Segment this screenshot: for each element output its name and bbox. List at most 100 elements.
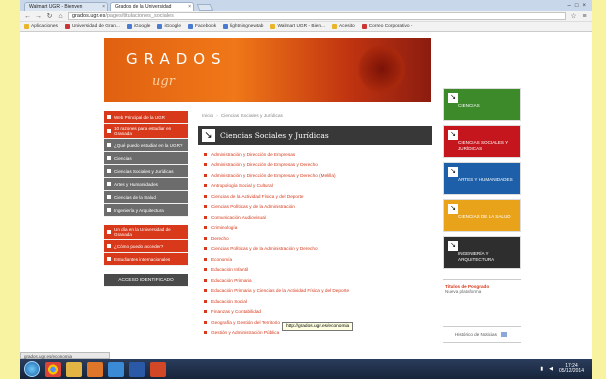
bookmark-aplicaciones[interactable]: Aplicaciones <box>24 24 58 29</box>
bullet-icon <box>204 184 207 188</box>
volume-icon[interactable]: ◀ <box>549 366 553 372</box>
internet-explorer-icon[interactable] <box>108 361 124 377</box>
arrow-icon: ↘ <box>448 130 458 140</box>
posgrado-link[interactable]: Títulos de Posgrado Nueva plataforma <box>443 279 521 298</box>
degree-link[interactable]: Comunicación Audiovisual <box>211 215 266 220</box>
degree-link[interactable]: Gestión y Administración Pública <box>211 330 279 335</box>
list-item[interactable]: Derecho <box>204 233 432 244</box>
nav-ingenieria[interactable]: Ingeniería y Arquitectura <box>104 204 188 217</box>
tab-walmart[interactable]: Walmart UGR - Bienven × <box>24 2 108 11</box>
list-item[interactable]: Ciencias Políticas y de la Administració… <box>204 202 432 213</box>
category-artes[interactable]: ↘ ARTES Y HUMANIDADES <box>443 162 521 195</box>
list-item[interactable]: Ciencias Políticas y de la Administració… <box>204 244 432 255</box>
bookmark-acesito[interactable]: Acesito <box>331 24 355 29</box>
degree-link[interactable]: Ciencias de la Actividad Física y del De… <box>211 194 304 199</box>
degree-link[interactable]: Economía <box>211 257 232 262</box>
nav-ciencias[interactable]: Ciencias <box>104 152 188 165</box>
category-ingenieria[interactable]: ↘ INGENIERÍA Y ARQUITECTURA <box>443 236 521 269</box>
menu-icon[interactable]: ≡ <box>581 13 588 20</box>
forward-icon[interactable]: → <box>35 13 42 20</box>
word-icon[interactable] <box>129 361 145 377</box>
close-window-icon[interactable]: × <box>582 3 586 9</box>
chrome-icon[interactable] <box>45 361 61 377</box>
clock[interactable]: 17:24 05/12/2014 <box>559 363 584 375</box>
category-ciencias[interactable]: ↘ CIENCIAS <box>443 88 521 121</box>
home-icon[interactable]: ⌂ <box>57 13 64 20</box>
degree-link[interactable]: Educación Primaria <box>211 278 252 283</box>
bookmark-ugr[interactable]: Universidad de Gran... <box>64 24 120 29</box>
bookmark-igoogle-2[interactable]: iGoogle <box>157 24 181 29</box>
historico-link[interactable]: Histórico de Noticias <box>443 326 521 343</box>
degree-link[interactable]: Administración y Dirección de Empresas y… <box>211 162 318 167</box>
nav-salud[interactable]: Ciencias de la Salud <box>104 191 188 204</box>
breadcrumb-current: Ciencias Sociales y Jurídicas <box>220 114 283 119</box>
back-icon[interactable]: ← <box>24 13 31 20</box>
square-icon <box>107 182 111 186</box>
list-item[interactable]: Educación Infantil <box>204 265 432 276</box>
bullet-icon <box>204 299 207 303</box>
degree-link[interactable]: Finanzas y Contabilidad <box>211 309 261 314</box>
tab-grados[interactable]: Grados de la Universidad × <box>110 2 194 11</box>
nav-acceder[interactable]: ¿Cómo puedo acceder? <box>104 240 188 253</box>
degree-link[interactable]: Educación Infantil <box>211 267 248 272</box>
category-salud[interactable]: ↘ CIENCIAS DE LA SALUD <box>443 199 521 232</box>
folder-icon[interactable] <box>66 361 82 377</box>
degree-link[interactable]: Ciencias Políticas y de la Administració… <box>211 246 318 251</box>
list-item[interactable]: Ciencias de la Actividad Física y del De… <box>204 191 432 202</box>
list-item[interactable]: Administración y Dirección de Empresas y… <box>204 170 432 181</box>
square-icon <box>107 230 111 234</box>
degree-link[interactable]: Administración y Dirección de Empresas <box>211 152 295 157</box>
arrow-icon: ↘ <box>448 241 458 251</box>
bullet-icon <box>204 215 207 219</box>
minimize-icon[interactable]: – <box>568 3 571 9</box>
list-item[interactable]: Educación Primaria y Ciencias de la Acti… <box>204 286 432 297</box>
list-item[interactable]: Comunicación Audiovisual <box>204 212 432 223</box>
close-icon[interactable]: × <box>102 3 107 11</box>
nav-artes[interactable]: Artes y Humanidades <box>104 178 188 191</box>
degree-link[interactable]: Educación Primaria y Ciencias de la Acti… <box>211 288 349 293</box>
powerpoint-icon[interactable] <box>150 361 166 377</box>
breadcrumb-home[interactable]: Inicio <box>202 114 213 119</box>
nav-ciencias-sociales[interactable]: Ciencias Sociales y Jurídicas <box>104 165 188 178</box>
list-item[interactable]: Administración y Dirección de Empresas <box>204 149 432 160</box>
nav-web-principal[interactable]: Web Principal de la UGR <box>104 111 188 124</box>
start-button[interactable] <box>24 361 40 377</box>
nav-10-razones[interactable]: 10 razones para estudiar en Granada <box>104 124 188 139</box>
list-item[interactable]: Antropología Social y Cultural <box>204 181 432 192</box>
access-button[interactable]: ACCESO IDENTIFICADO <box>104 274 188 287</box>
degree-link[interactable]: Educación Social <box>211 299 247 304</box>
tab-label: Grados de la Universidad <box>115 4 172 10</box>
list-item[interactable]: Economía <box>204 254 432 265</box>
star-icon[interactable]: ☆ <box>570 12 577 20</box>
degree-link[interactable]: Administración y Dirección de Empresas y… <box>211 173 336 178</box>
nav-un-dia[interactable]: Un día en la Universidad de Granada <box>104 225 188 240</box>
media-player-icon[interactable] <box>87 361 103 377</box>
list-item[interactable]: Criminología <box>204 223 432 234</box>
bullet-icon <box>204 268 207 272</box>
bookmark-facebook[interactable]: Facebook <box>188 24 216 29</box>
bookmark-lightning[interactable]: lightningnewtab <box>223 24 263 29</box>
degree-link[interactable]: Criminología <box>211 225 237 230</box>
maximize-icon[interactable]: □ <box>575 3 579 9</box>
nav-internacionales[interactable]: Estudiantes internacionales <box>104 253 188 266</box>
close-icon[interactable]: × <box>188 3 193 11</box>
degree-link[interactable]: Ciencias Políticas y de la Administració… <box>211 204 295 209</box>
degree-link[interactable]: Derecho <box>211 236 229 241</box>
bookmark-igoogle-1[interactable]: iGoogle <box>126 24 150 29</box>
degree-link[interactable]: Geografía y Gestión del Territorio <box>211 320 280 325</box>
nav-que-estudiar[interactable]: ¿Qué puedo estudiar en la UGR? <box>104 139 188 152</box>
category-sociales[interactable]: ↘ CIENCIAS SOCIALES Y JURÍDICAS <box>443 125 521 158</box>
bookmark-walmart[interactable]: Walmart UGR - Bien... <box>270 24 325 29</box>
url-input[interactable]: grados.ugr.es/pages/titulaciones_sociale… <box>68 12 566 20</box>
network-icon[interactable]: ▮ <box>540 366 543 372</box>
list-item[interactable]: Administración y Dirección de Empresas y… <box>204 160 432 171</box>
list-item[interactable]: Educación Primaria <box>204 275 432 286</box>
list-item[interactable]: Educación Social <box>204 296 432 307</box>
degree-list: Administración y Dirección de Empresas A… <box>198 145 432 338</box>
new-tab-button[interactable] <box>196 4 214 11</box>
bookmark-icon <box>157 24 163 29</box>
list-item[interactable]: Finanzas y Contabilidad <box>204 307 432 318</box>
degree-link[interactable]: Antropología Social y Cultural <box>211 183 273 188</box>
reload-icon[interactable]: ↻ <box>46 12 53 20</box>
bookmark-correo[interactable]: Correo Corporativo - <box>361 24 412 29</box>
